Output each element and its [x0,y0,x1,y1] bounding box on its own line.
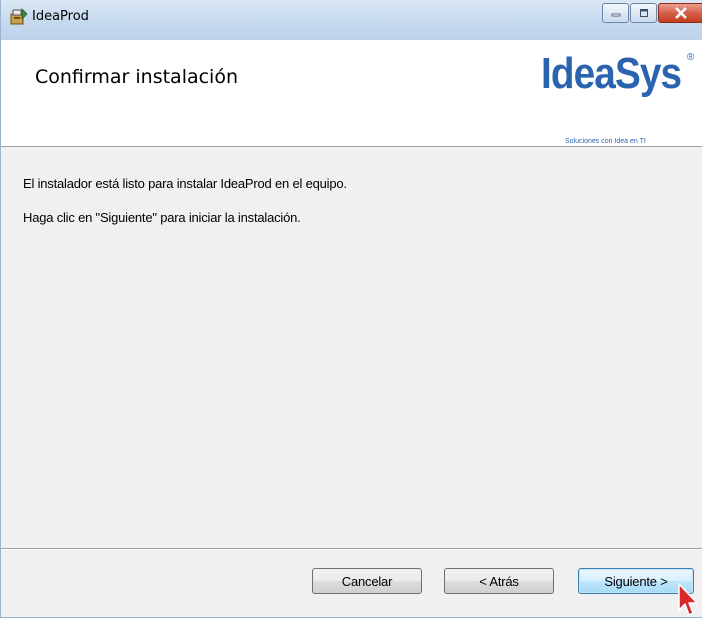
close-button[interactable] [658,3,702,23]
page-title: Confirmar instalación [35,66,239,88]
minimize-icon [611,13,620,17]
registered-mark: ® [687,52,695,63]
header-banner: Confirmar instalación IdeaSys ® Solucion… [1,40,702,147]
logo-wordmark-sys: Sys [614,49,682,98]
installer-window: IdeaProd Confirmar instalación IdeaSys ® [0,0,702,618]
maximize-button[interactable] [630,3,657,23]
back-button[interactable]: < Atrás [444,568,554,594]
minimize-button[interactable] [602,3,629,23]
cancel-button[interactable]: Cancelar [312,568,422,594]
logo-tagline: Soluciones con Idea en TI [565,138,646,145]
close-icon [675,7,687,19]
maximize-icon [639,9,648,17]
ideasys-logo: IdeaSys ® Soluciones con Idea en TI [525,49,701,146]
logo-wordmark-idea: Idea [541,49,616,98]
ready-message: El instalador está listo para instalar I… [23,176,347,191]
window-title: IdeaProd [32,9,89,24]
instruction-message: Haga clic en "Siguiente" para iniciar la… [23,210,301,225]
mouse-pointer-icon [678,583,698,616]
footer-divider [1,548,702,550]
title-bar[interactable]: IdeaProd [1,0,702,41]
logo-wordmark: IdeaSys [541,49,682,98]
installer-icon [10,8,28,25]
